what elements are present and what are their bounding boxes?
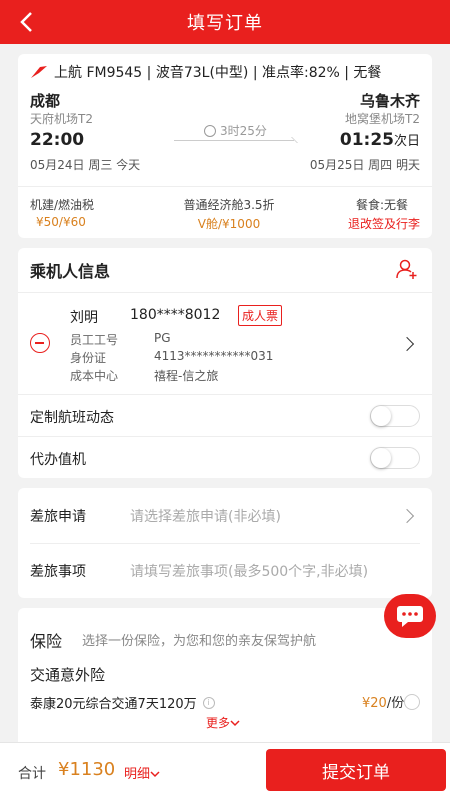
arrive-airport: 地窝堡机场T2 <box>345 112 420 126</box>
duration-line <box>174 140 294 141</box>
cabin-fee: 普通经济舱3.5折 V舱/¥1000 <box>168 196 290 232</box>
depart-date: 05月24日 周三 今天 <box>30 158 141 172</box>
insurance-subtitle: 选择一份保险，为您和您的亲友保驾护航 <box>82 634 317 649</box>
field-label: 身份证 <box>70 351 107 365</box>
insurance-radio[interactable] <box>404 694 420 710</box>
passenger-section-title: 乘机人信息 <box>30 262 111 281</box>
insurance-title: 保险 <box>30 632 63 651</box>
tax-value: ¥50/¥60 <box>36 215 86 229</box>
info-icon[interactable]: i <box>202 696 215 709</box>
depart-airport: 天府机场T2 <box>30 112 93 126</box>
field-value: 禧程-信之旅 <box>154 369 219 383</box>
arrive-time-wrap: 01:25次日 <box>340 130 420 150</box>
switch-knob <box>371 406 391 426</box>
switch-knob <box>371 448 391 468</box>
trip-info-card: 差旅申请 请选择差旅申请(非必填) 差旅事项 请填写差旅事项(最多500个字,非… <box>18 488 432 598</box>
divider <box>18 186 432 187</box>
arrive-next-day: 次日 <box>393 134 420 149</box>
insurance-product: 泰康20元综合交通7天120万 i <box>30 693 215 712</box>
price-detail-toggle[interactable]: 明细 <box>124 763 160 782</box>
insurance-type: 交通意外险 <box>30 666 106 684</box>
trip-matter-label: 差旅事项 <box>30 564 86 580</box>
passenger-card: 乘机人信息 刘明 180****8012 成人票 员工工号 PG 身份证 411… <box>18 248 432 478</box>
meal-label: 餐食:无餐 <box>355 198 408 212</box>
cabin-label: 普通经济舱3.5折 <box>183 198 275 212</box>
submit-order-button[interactable]: 提交订单 <box>266 749 446 791</box>
app-header: 填写订单 <box>0 0 450 44</box>
total-value: ¥1130 <box>58 759 116 780</box>
trip-application-row[interactable]: 差旅申请 请选择差旅申请(非必填) <box>18 488 432 543</box>
flight-status-switch[interactable] <box>370 405 420 427</box>
trip-matter-input[interactable]: 请填写差旅事项(最多500个字,非必填) <box>130 561 368 581</box>
flight-summary: 上航 FM9545 | 波音73L(中型) | 准点率:82% | 无餐 <box>30 62 381 82</box>
add-passenger-icon[interactable] <box>396 258 418 280</box>
airline-logo-icon <box>31 66 47 78</box>
total-label: 合计 <box>18 766 46 782</box>
cabin-value: V舱/¥1000 <box>197 217 261 231</box>
tax-label: 机建/燃油税 <box>30 198 95 212</box>
insurance-price: ¥20/份 <box>362 692 404 711</box>
trip-application-label: 差旅申请 <box>30 509 86 525</box>
policy-link[interactable]: 退改签及行李 <box>348 215 420 232</box>
customer-service-button[interactable] <box>384 594 436 638</box>
flight-summary-text: 上航 FM9545 | 波音73L(中型) | 准点率:82% | 无餐 <box>54 65 382 81</box>
field-label: 成本中心 <box>70 369 119 383</box>
chevron-right-icon <box>399 336 415 352</box>
bottom-bar: 合计 ¥1130 明细 提交订单 <box>0 742 450 800</box>
duration-text: 3时25分 <box>220 124 267 138</box>
toggle-label: 代办值机 <box>30 452 86 468</box>
depart-city: 成都 <box>30 92 61 110</box>
flight-status-toggle-row: 定制航班动态 <box>18 394 432 436</box>
insurance-card: 保险 选择一份保险，为您和您的亲友保驾护航 交通意外险 泰康20元综合交通7天1… <box>18 608 432 748</box>
remove-passenger-icon[interactable] <box>30 333 50 353</box>
toggle-label: 定制航班动态 <box>30 410 114 426</box>
arrive-date: 05月25日 周四 明天 <box>309 158 420 172</box>
chevron-down-icon <box>150 771 160 778</box>
insurance-product-name: 泰康20元综合交通7天120万 <box>30 697 197 712</box>
field-label: 员工工号 <box>70 333 119 347</box>
page-title: 填写订单 <box>187 13 263 34</box>
checkin-toggle-row: 代办值机 <box>18 436 432 478</box>
trip-matter-row: 差旅事项 请填写差旅事项(最多500个字,非必填) <box>18 543 432 598</box>
checkin-switch[interactable] <box>370 447 420 469</box>
field-value: PG <box>154 331 171 345</box>
more-insurance-link[interactable]: 更多 <box>206 714 240 731</box>
detail-label: 明细 <box>124 767 151 782</box>
meal-info: 餐食:无餐 退改签及行李 <box>348 196 420 232</box>
back-arrow-icon[interactable] <box>14 8 42 36</box>
tax-fee: 机建/燃油税 ¥50/¥60 <box>30 196 94 229</box>
more-label: 更多 <box>206 716 231 730</box>
ticket-type-badge: 成人票 <box>238 305 283 326</box>
clock-icon <box>204 124 216 137</box>
chat-bubble-icon <box>397 606 423 627</box>
flight-card: 上航 FM9545 | 波音73L(中型) | 准点率:82% | 无餐 成都 … <box>18 54 432 238</box>
field-value: 4113***********031 <box>154 349 274 363</box>
arrive-time: 01:25 <box>339 130 394 150</box>
arrive-city: 乌鲁木齐 <box>359 92 420 110</box>
passenger-name: 刘明 <box>70 310 98 326</box>
flight-duration: 3时25分 <box>204 122 267 139</box>
passenger-row[interactable]: 刘明 180****8012 成人票 员工工号 PG 身份证 4113*****… <box>18 292 432 394</box>
insurance-price-unit: /份 <box>386 696 405 711</box>
passenger-phone: 180****8012 <box>130 307 221 323</box>
depart-time: 22:00 <box>30 130 85 150</box>
chevron-down-icon <box>230 720 240 727</box>
insurance-price-value: ¥20 <box>362 696 387 711</box>
trip-application-select[interactable]: 请选择差旅申请(非必填) <box>130 506 281 526</box>
chevron-right-icon <box>399 508 415 524</box>
